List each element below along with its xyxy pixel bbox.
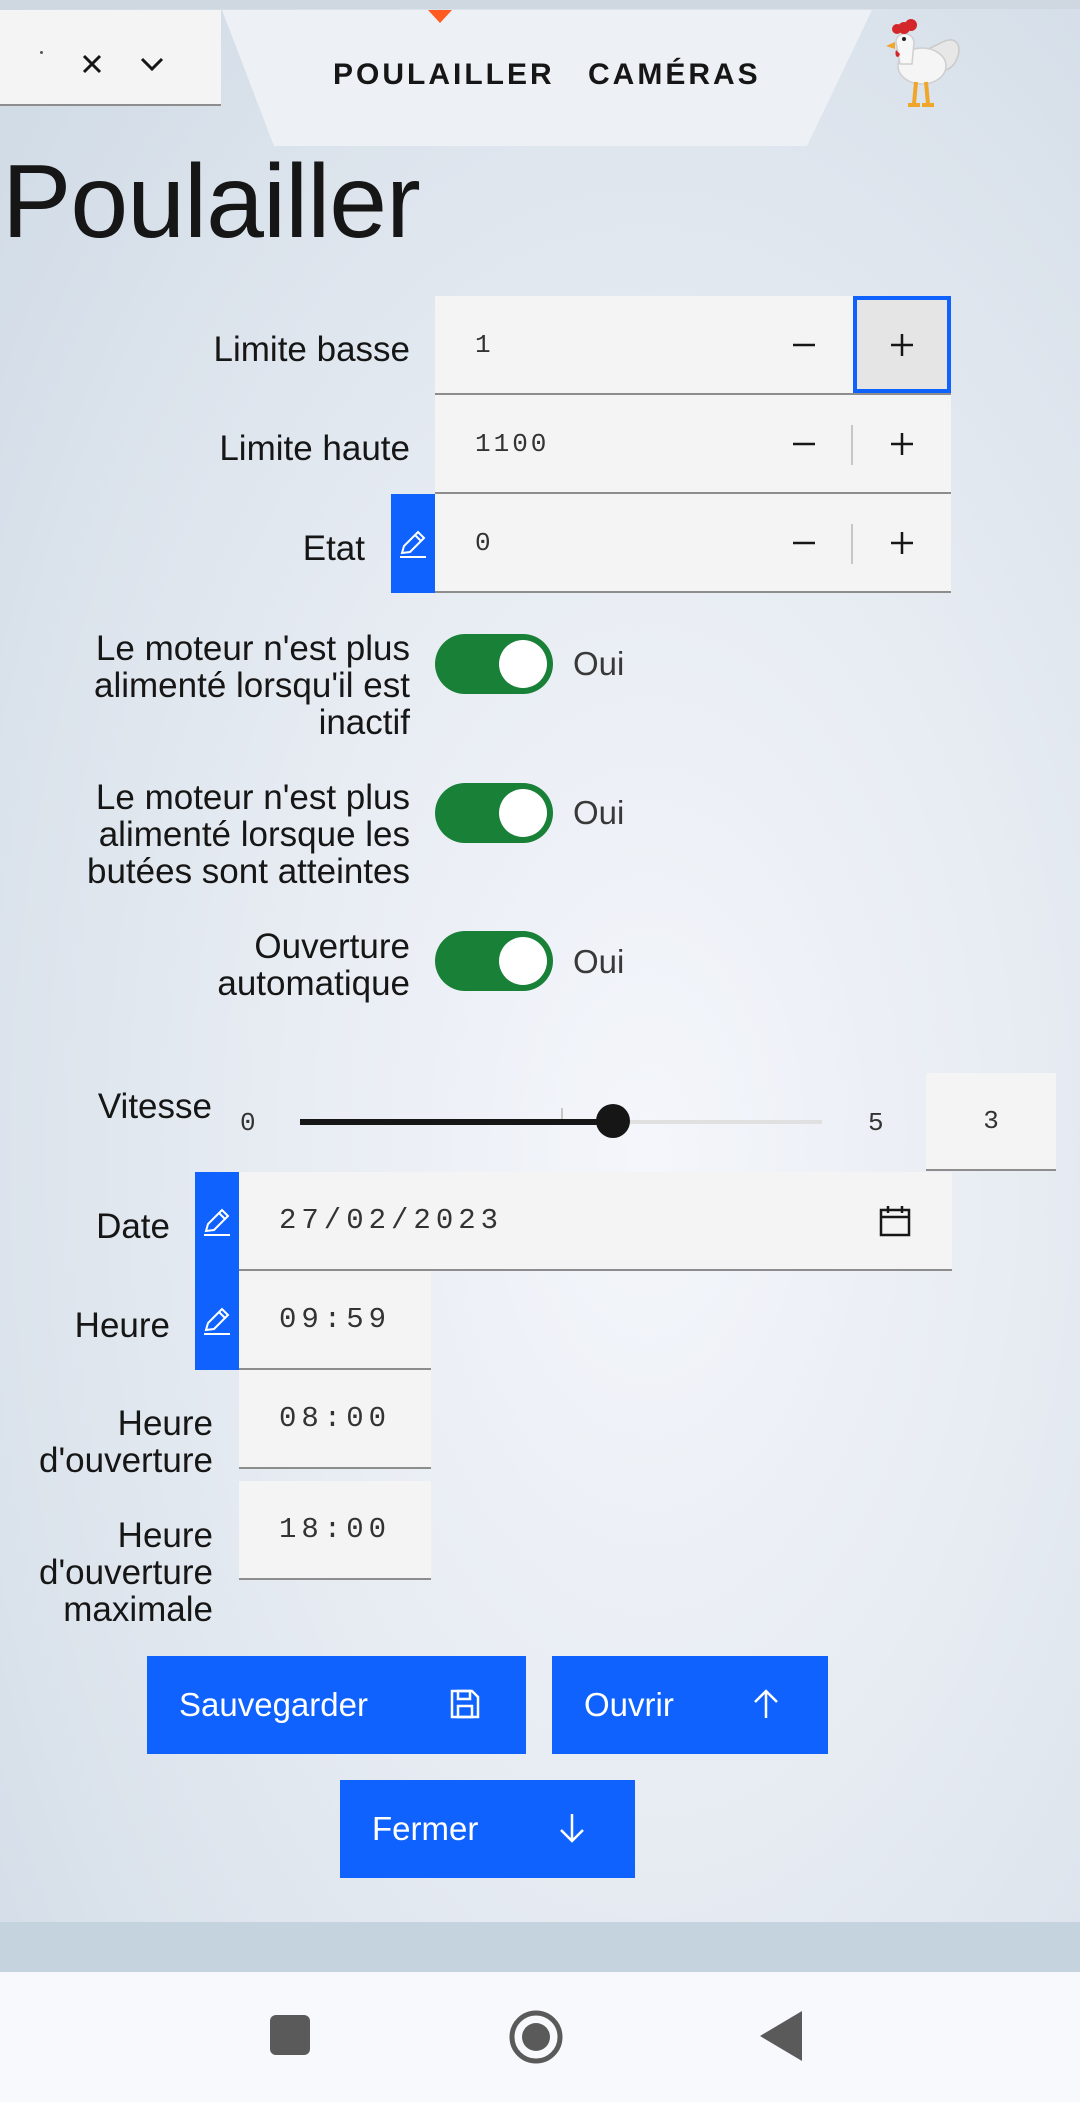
- open-time-field[interactable]: 08:00: [239, 1370, 431, 1469]
- arrow-up-icon: [748, 1686, 784, 1730]
- label-limite-basse: Limite basse: [213, 330, 410, 369]
- increment-button[interactable]: [853, 395, 951, 492]
- close-button[interactable]: Fermer: [340, 1780, 635, 1878]
- label-moteur-inactif: Le moteur n'est plus alimenté lorsqu'il …: [20, 630, 410, 741]
- toggle-knob: [499, 640, 547, 688]
- recents-icon[interactable]: [270, 2015, 310, 2060]
- pencil-icon: [195, 1271, 239, 1370]
- save-button[interactable]: Sauvegarder: [147, 1656, 526, 1754]
- slider-max-label: 5: [868, 1108, 884, 1138]
- speed-value-input[interactable]: 3: [926, 1073, 1056, 1171]
- slider-handle[interactable]: [596, 1104, 631, 1138]
- pencil-icon: [195, 1172, 239, 1271]
- label-line: Heure: [117, 1516, 213, 1555]
- label-line: Heure: [117, 1404, 213, 1443]
- label-date: Date: [96, 1207, 170, 1246]
- dot-icon: [40, 51, 43, 54]
- label-ouverture-automatique: Ouverture automatique: [20, 928, 410, 1002]
- toggle-state-text: Oui: [573, 794, 625, 831]
- label-limite-haute: Limite haute: [219, 429, 410, 468]
- tab-cameras[interactable]: CAMÉRAS: [588, 58, 761, 92]
- open-button[interactable]: Ouvrir: [552, 1656, 828, 1754]
- slider-fill: [300, 1119, 614, 1125]
- close-button-label: Fermer: [372, 1810, 479, 1847]
- system-navigation-bar: [0, 1972, 1080, 2102]
- number-input-limite-basse[interactable]: 1: [435, 296, 951, 395]
- rooster-logo: [866, 8, 976, 118]
- number-input-etat[interactable]: 0: [435, 494, 951, 593]
- toggle-knob: [499, 789, 547, 837]
- page-title: Poulailler: [2, 144, 421, 260]
- save-button-label: Sauvegarder: [179, 1686, 368, 1723]
- toggle-moteur-inactif[interactable]: [435, 634, 553, 694]
- label-line: alimenté lorsque les: [98, 815, 410, 854]
- chevron-down-icon[interactable]: [134, 46, 170, 87]
- label-line: d'ouverture: [38, 1441, 213, 1480]
- label-etat: Etat: [302, 529, 365, 568]
- max-open-time-field[interactable]: 18:00: [239, 1481, 431, 1580]
- decrement-button[interactable]: [755, 395, 853, 492]
- limite-haute-value[interactable]: 1100: [475, 429, 549, 459]
- label-heure: Heure: [74, 1306, 170, 1345]
- label-line: d'ouverture: [38, 1553, 213, 1592]
- arrow-down-icon: [554, 1810, 590, 1854]
- toggle-state-text: Oui: [573, 645, 625, 682]
- toggle-moteur-butees[interactable]: [435, 783, 553, 843]
- etat-value[interactable]: 0: [475, 528, 494, 558]
- label-heure-ouverture-maximale: Heure d'ouverture maximale: [10, 1517, 213, 1628]
- save-icon: [447, 1686, 483, 1730]
- close-icon[interactable]: [72, 44, 112, 89]
- label-heure-ouverture: Heure d'ouverture: [10, 1405, 213, 1479]
- label-vitesse: Vitesse: [97, 1087, 212, 1126]
- nav-active-indicator: [428, 10, 452, 23]
- limite-basse-value[interactable]: 1: [475, 330, 494, 360]
- toggle-knob: [499, 937, 547, 985]
- label-line: alimenté lorsqu'il est: [94, 666, 410, 705]
- toggle-state-text: Oui: [573, 943, 625, 980]
- number-input-limite-haute[interactable]: 1100: [435, 395, 951, 494]
- back-icon[interactable]: [760, 2011, 802, 2066]
- label-moteur-butees: Le moteur n'est plus alimenté lorsque le…: [20, 779, 410, 890]
- open-time-value[interactable]: 08:00: [279, 1402, 391, 1435]
- time-field[interactable]: 09:59: [239, 1271, 431, 1370]
- pencil-icon: [391, 494, 435, 593]
- label-line: Le moteur n'est plus: [95, 778, 410, 817]
- date-field[interactable]: 27/02/2023: [239, 1172, 952, 1271]
- label-line: maximale: [63, 1590, 213, 1629]
- time-value[interactable]: 09:59: [279, 1303, 391, 1336]
- toggle-ouverture-automatique[interactable]: [435, 931, 553, 991]
- max-open-time-value[interactable]: 18:00: [279, 1513, 391, 1546]
- label-line: Ouverture: [254, 927, 410, 966]
- home-icon[interactable]: [508, 2009, 564, 2070]
- open-button-label: Ouvrir: [584, 1686, 674, 1723]
- window-controls: [0, 10, 221, 106]
- decrement-button[interactable]: [755, 296, 853, 393]
- label-line: Le moteur n'est plus: [95, 629, 410, 668]
- calendar-icon[interactable]: [878, 1204, 912, 1247]
- label-line: automatique: [217, 964, 410, 1003]
- increment-button[interactable]: [853, 494, 951, 591]
- footer-strip: [0, 1922, 1080, 1972]
- label-line: butées sont atteintes: [87, 852, 410, 891]
- tab-poulailler[interactable]: POULAILLER: [333, 58, 555, 92]
- label-line: inactif: [318, 703, 410, 742]
- slider-min-label: 0: [240, 1108, 256, 1138]
- increment-button[interactable]: [853, 296, 951, 393]
- decrement-button[interactable]: [755, 494, 853, 591]
- date-value[interactable]: 27/02/2023: [279, 1204, 503, 1237]
